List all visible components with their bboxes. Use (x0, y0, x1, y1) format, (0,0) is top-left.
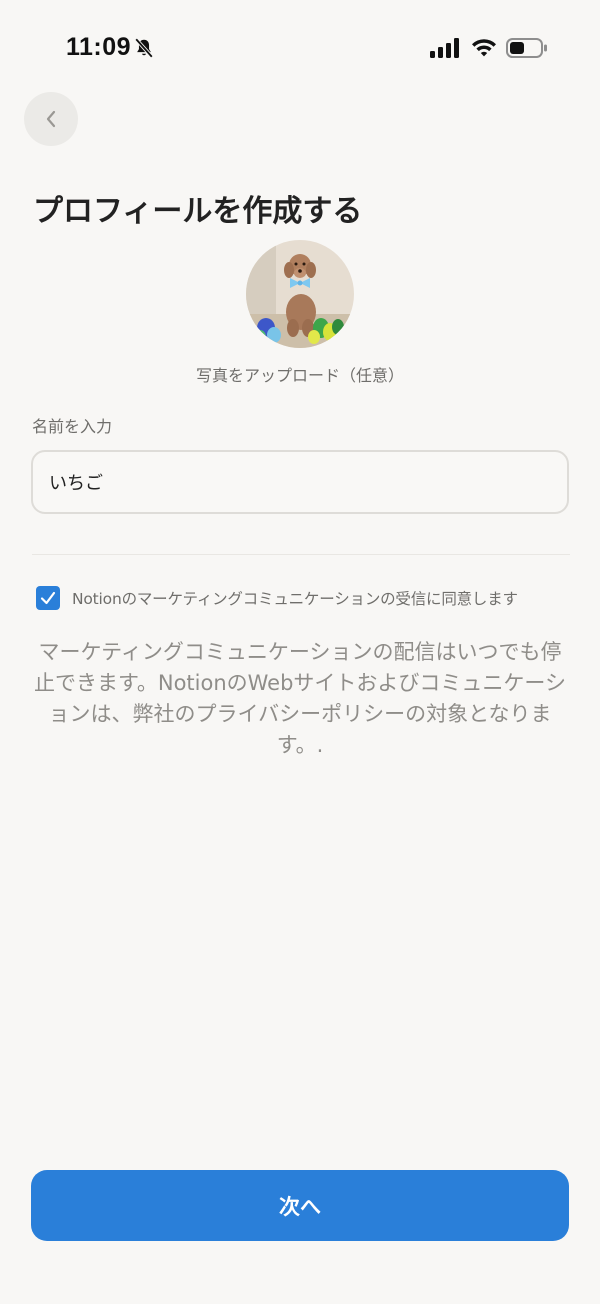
checkmark-icon (40, 591, 56, 605)
status-bar: 11:09 (0, 0, 600, 96)
page-title: プロフィールを作成する (33, 194, 363, 229)
battery-icon (506, 38, 547, 58)
profile-photo-avatar[interactable] (246, 240, 354, 348)
divider (32, 554, 570, 555)
policy-notice: マーケティングコミュニケーションの配信はいつでも停止できます。NotionのWe… (30, 637, 570, 761)
name-input[interactable] (31, 450, 569, 514)
dog-photo (246, 240, 354, 348)
bell-slash-icon (134, 38, 154, 58)
marketing-consent-row[interactable]: Notionのマーケティングコミュニケーションの受信に同意します (36, 585, 576, 611)
wifi-icon (472, 39, 496, 57)
status-time: 11:09 (66, 33, 132, 61)
back-button[interactable] (24, 92, 78, 146)
name-field-label: 名前を入力 (32, 417, 113, 436)
upload-photo-label[interactable]: 写真をアップロード（任意） (0, 362, 600, 386)
privacy-policy-link[interactable]: プライバシーポリシー (196, 702, 406, 726)
profile-setup-screen: 11:09 プロフィールを作成する 写真をアップロード（任意） 名前を入力 いち… (0, 0, 600, 1304)
marketing-consent-label: Notionのマーケティングコミュニケーションの受信に同意します (72, 590, 518, 608)
marketing-consent-checkbox[interactable] (36, 586, 60, 610)
cellular-signal-icon (430, 38, 459, 58)
next-button[interactable]: 次へ (31, 1170, 569, 1241)
chevron-left-icon (46, 110, 56, 128)
